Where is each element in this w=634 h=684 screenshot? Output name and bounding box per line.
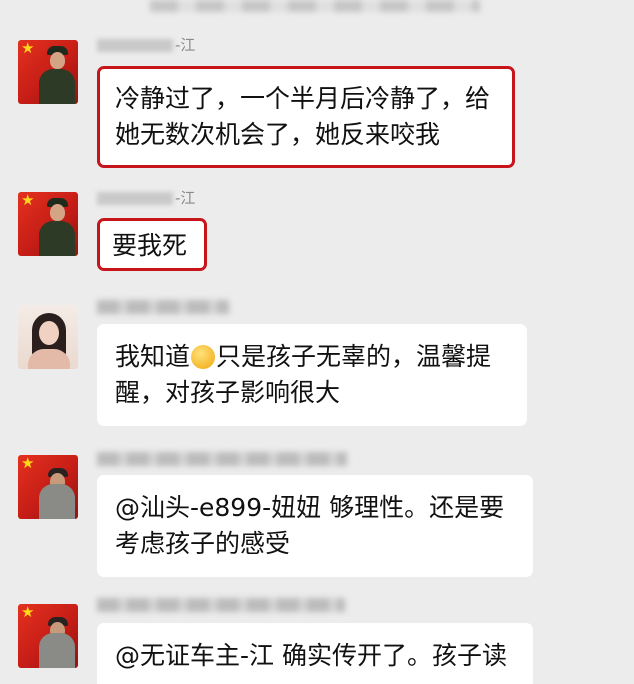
star-icon: ★	[21, 40, 35, 57]
avatar[interactable]: ★	[18, 40, 78, 104]
message-line: 要我死	[112, 231, 188, 260]
blurred-name	[97, 300, 229, 314]
message-line: 考虑孩子的感受	[115, 529, 291, 558]
message-bubble[interactable]: 冷静过了，一个半月后冷静了，给 她无数次机会了，她反来咬我	[97, 66, 515, 168]
message-bubble[interactable]: 我知道 只是孩子无辜的，温馨提 醒，对孩子影响很大	[97, 324, 527, 426]
star-icon: ★	[21, 455, 35, 472]
face-icon	[50, 52, 65, 69]
shirt-icon	[39, 484, 75, 519]
avatar[interactable]	[18, 305, 78, 369]
sender-name: -江	[97, 189, 195, 207]
face-icon	[39, 321, 59, 345]
message-line: 醒，对孩子影响很大	[115, 378, 341, 407]
message-bubble[interactable]: 要我死	[97, 218, 207, 271]
blurred-header	[150, 0, 480, 12]
uniform-icon	[39, 69, 75, 104]
shirt-icon	[39, 633, 75, 668]
blurred-name	[97, 452, 347, 466]
sender-name: -江	[97, 36, 195, 54]
chat-history: ★ -江 冷静过了，一个半月后冷静了，给 她无数次机会了，她反来咬我 ★ -江 …	[0, 0, 634, 684]
avatar[interactable]: ★	[18, 604, 78, 668]
message-line: @无证车主-江 确实传开了。孩子读	[115, 641, 507, 670]
message-line: @汕头-e899-妞妞 够理性。还是要	[115, 493, 505, 522]
blurred-name	[97, 192, 173, 205]
grinning-emoji-icon	[191, 345, 216, 369]
face-icon	[50, 204, 65, 221]
message-line: 她无数次机会了，她反来咬我	[115, 120, 441, 149]
message-bubble[interactable]: @汕头-e899-妞妞 够理性。还是要 考虑孩子的感受	[97, 475, 533, 577]
avatar[interactable]: ★	[18, 455, 78, 519]
star-icon: ★	[21, 604, 35, 621]
shirt-icon	[28, 349, 70, 369]
blurred-name	[97, 39, 173, 52]
avatar[interactable]: ★	[18, 192, 78, 256]
uniform-icon	[39, 221, 75, 256]
message-bubble[interactable]: @无证车主-江 确实传开了。孩子读	[97, 623, 533, 684]
message-line: 我知道 只是孩子无辜的，温馨提	[115, 342, 492, 371]
message-line: 冷静过了，一个半月后冷静了，给	[115, 84, 491, 113]
star-icon: ★	[21, 192, 35, 209]
blurred-name	[97, 598, 345, 612]
